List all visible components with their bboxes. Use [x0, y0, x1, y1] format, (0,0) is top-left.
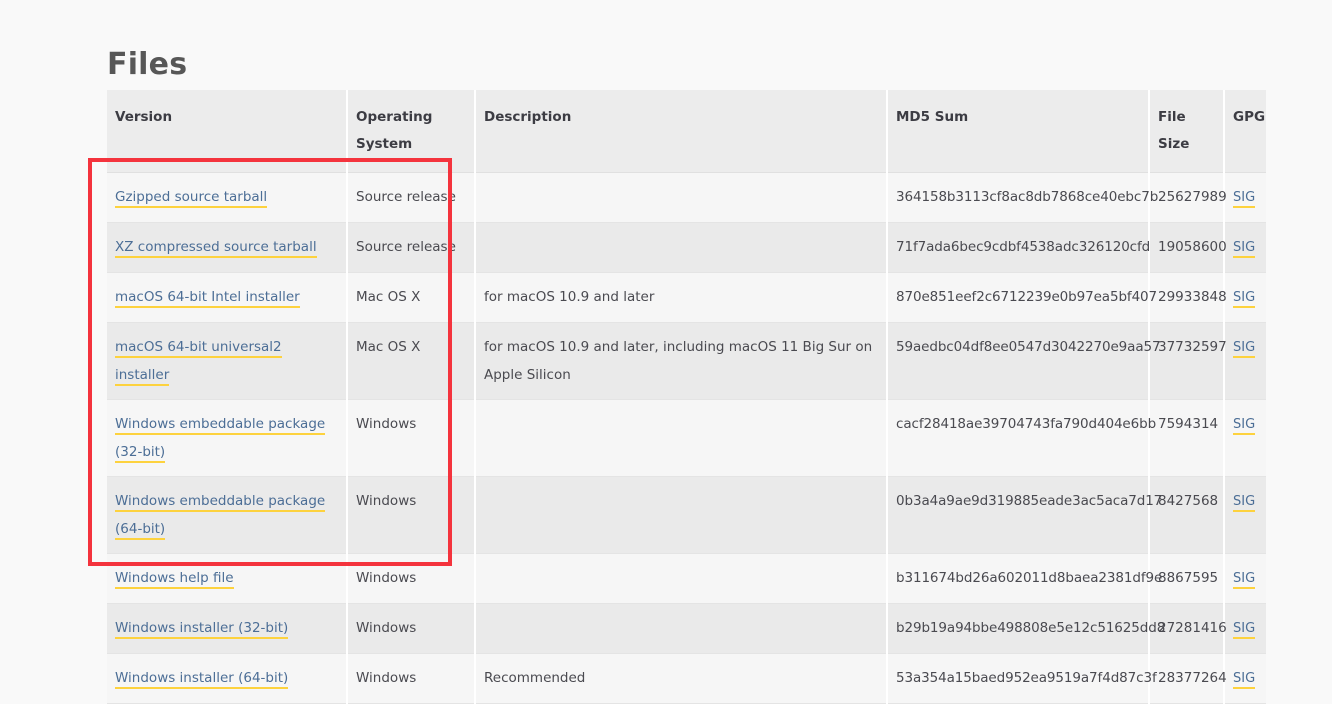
download-link[interactable]: XZ compressed source tarball	[115, 239, 317, 258]
column-header-os[interactable]: Operating System	[347, 90, 476, 173]
download-link[interactable]: macOS 64-bit universal2 installer	[115, 339, 282, 386]
files-table-container: Version Operating System Description MD5…	[107, 90, 1266, 704]
column-header-gpg[interactable]: GPG	[1224, 90, 1266, 173]
cell-md5-sum: 53a354a15baed952ea9519a7f4d87c3f	[887, 653, 1157, 704]
gpg-signature-link[interactable]: SIG	[1233, 417, 1256, 435]
gpg-signature-link[interactable]: SIG	[1233, 571, 1256, 589]
gpg-signature-link[interactable]: SIG	[1233, 240, 1256, 258]
cell-md5-sum: cacf28418ae39704743fa790d404e6bb	[887, 399, 1156, 477]
files-table-body: Gzipped source tarball Source release 3641…	[107, 172, 1266, 704]
cell-operating-system: Source release	[347, 172, 476, 223]
cell-version: macOS 64-bit Intel installer	[107, 272, 348, 323]
cell-operating-system: Windows	[347, 399, 476, 477]
column-header-version[interactable]: Version	[107, 90, 348, 173]
download-link[interactable]: Windows installer (32-bit)	[115, 620, 289, 639]
cell-operating-system: Windows	[347, 553, 476, 604]
cell-gpg: SIG	[1224, 272, 1266, 323]
cell-version: Windows embeddable package (64-bit)	[107, 476, 348, 554]
cell-file-size: 8427568	[1149, 476, 1225, 554]
gpg-signature-link[interactable]: SIG	[1233, 494, 1256, 512]
table-row: Windows installer (32-bit) Windows b29b19a…	[107, 603, 1266, 654]
cell-description	[475, 222, 888, 273]
gpg-signature-link[interactable]: SIG	[1233, 671, 1256, 689]
download-link[interactable]: macOS 64-bit Intel installer	[115, 289, 300, 308]
cell-version: XZ compressed source tarball	[107, 222, 348, 273]
cell-file-size: 29933848	[1149, 272, 1227, 323]
cell-gpg: SIG	[1224, 653, 1266, 704]
cell-file-size: 27281416	[1149, 603, 1227, 654]
cell-md5-sum: b311674bd26a602011d8baea2381df9e	[887, 553, 1162, 604]
column-header-description[interactable]: Description	[475, 90, 888, 173]
cell-operating-system: Mac OS X	[347, 272, 476, 323]
cell-file-size: 8867595	[1149, 553, 1225, 604]
gpg-signature-link[interactable]: SIG	[1233, 190, 1256, 208]
download-link[interactable]: Windows installer (64-bit)	[115, 670, 289, 689]
cell-md5-sum: 71f7ada6bec9cdbf4538adc326120cfd	[887, 222, 1150, 273]
cell-description: for macOS 10.9 and later, including macO…	[475, 322, 888, 400]
download-link[interactable]: Windows help file	[115, 570, 234, 589]
table-row: Windows installer (64-bit) Windows Recomme…	[107, 653, 1266, 704]
gpg-signature-link[interactable]: SIG	[1233, 290, 1256, 308]
cell-gpg: SIG	[1224, 222, 1266, 273]
cell-description: for macOS 10.9 and later	[475, 272, 888, 323]
cell-version: macOS 64-bit universal2 installer	[107, 322, 348, 400]
download-link[interactable]: Windows embeddable package (32-bit)	[115, 416, 326, 463]
cell-gpg: SIG	[1224, 603, 1266, 654]
table-row: Windows help file Windows b311674bd26a6020…	[107, 553, 1266, 604]
table-row: Windows embeddable package (32-bit) Windo…	[107, 399, 1266, 477]
table-row: XZ compressed source tarball Source relea…	[107, 222, 1266, 273]
cell-file-size: 28377264	[1149, 653, 1227, 704]
cell-version: Windows installer (32-bit)	[107, 603, 348, 654]
cell-file-size: 7594314	[1149, 399, 1225, 477]
table-row: Windows embeddable package (64-bit) Windo…	[107, 476, 1266, 554]
table-row: Gzipped source tarball Source release 3641…	[107, 172, 1266, 223]
download-link[interactable]: Gzipped source tarball	[115, 189, 268, 208]
cell-version: Gzipped source tarball	[107, 172, 348, 223]
files-table-header: Version Operating System Description MD5…	[107, 90, 1266, 173]
cell-gpg: SIG	[1224, 476, 1266, 554]
cell-description	[475, 553, 888, 604]
gpg-signature-link[interactable]: SIG	[1233, 340, 1256, 358]
cell-operating-system: Source release	[347, 222, 476, 273]
cell-gpg: SIG	[1224, 322, 1266, 400]
cell-md5-sum: 59aedbc04df8ee0547d3042270e9aa57	[887, 322, 1161, 400]
cell-gpg: SIG	[1224, 172, 1266, 223]
cell-description	[475, 476, 888, 554]
table-header-row: Version Operating System Description MD5…	[107, 90, 1266, 173]
cell-description: Recommended	[475, 653, 888, 704]
files-table: Version Operating System Description MD5…	[107, 90, 1266, 704]
cell-operating-system: Mac OS X	[347, 322, 476, 400]
cell-gpg: SIG	[1224, 399, 1266, 477]
column-header-filesize[interactable]: File Size	[1149, 90, 1225, 173]
cell-operating-system: Windows	[347, 653, 476, 704]
cell-description	[475, 399, 888, 477]
cell-md5-sum: 364158b3113cf8ac8db7868ce40ebc7b	[887, 172, 1158, 223]
cell-description	[475, 603, 888, 654]
cell-operating-system: Windows	[347, 603, 476, 654]
cell-version: Windows embeddable package (32-bit)	[107, 399, 348, 477]
column-header-md5[interactable]: MD5 Sum	[887, 90, 1150, 173]
cell-file-size: 25627989	[1149, 172, 1227, 223]
cell-file-size: 19058600	[1149, 222, 1227, 273]
download-link[interactable]: Windows embeddable package (64-bit)	[115, 493, 326, 540]
cell-file-size: 37732597	[1149, 322, 1227, 400]
page-root: Files Version Operating System Descripti…	[0, 0, 1332, 704]
cell-gpg: SIG	[1224, 553, 1266, 604]
cell-operating-system: Windows	[347, 476, 476, 554]
table-row: macOS 64-bit universal2 installer Mac OS …	[107, 322, 1266, 400]
gpg-signature-link[interactable]: SIG	[1233, 621, 1256, 639]
cell-md5-sum: b29b19a94bbe498808e5e12c51625dd8	[887, 603, 1165, 654]
cell-version: Windows installer (64-bit)	[107, 653, 348, 704]
page-title: Files	[107, 47, 188, 83]
cell-md5-sum: 0b3a4a9ae9d319885eade3ac5aca7d17	[887, 476, 1162, 554]
cell-version: Windows help file	[107, 553, 348, 604]
cell-description	[475, 172, 888, 223]
table-row: macOS 64-bit Intel installer Mac OS Xfor …	[107, 272, 1266, 323]
cell-md5-sum: 870e851eef2c6712239e0b97ea5bf407	[887, 272, 1157, 323]
